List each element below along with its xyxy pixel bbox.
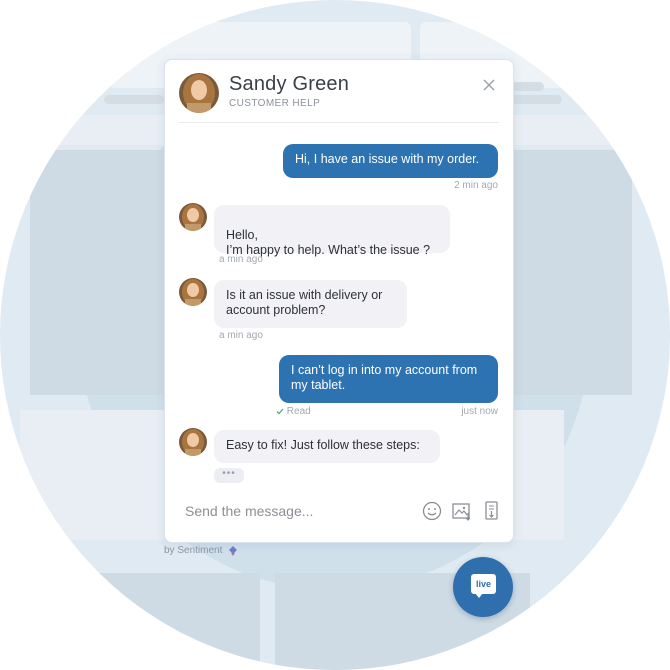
- incoming-message: Hello, I’m happy to help. What’s the iss…: [214, 205, 450, 257]
- agent-avatar-small: [179, 278, 207, 306]
- agent-avatar: [179, 73, 219, 113]
- emoji-icon: [422, 501, 442, 521]
- message-text: I can’t log in into my account from my t…: [291, 363, 478, 392]
- typing-indicator: •••: [214, 468, 244, 483]
- message-text: Hello, I’m happy to help. What’s the iss…: [226, 228, 431, 257]
- agent-avatar-small: [179, 428, 207, 456]
- message-time: a min ago: [219, 330, 263, 341]
- message-text: Hi, I have an issue with my order.: [295, 152, 480, 166]
- branding-label: by Sentiment: [164, 545, 239, 557]
- agent-avatar-small: [179, 203, 207, 231]
- read-receipt: Read: [276, 406, 311, 417]
- message-text: Easy to fix! Just follow these steps:: [226, 438, 420, 452]
- emoji-button[interactable]: [421, 500, 443, 522]
- message-time: just now: [461, 406, 498, 417]
- message-time: 2 min ago: [454, 180, 498, 191]
- live-label: live: [475, 579, 491, 589]
- agent-name: Sandy Green: [229, 73, 350, 95]
- live-chat-button[interactable]: live: [453, 557, 513, 617]
- live-chat-icon: live: [471, 574, 496, 594]
- outgoing-message: I can’t log in into my account from my t…: [279, 355, 498, 403]
- attachment-icon: [485, 501, 498, 520]
- message-composer: [165, 482, 513, 542]
- close-icon: [483, 79, 495, 91]
- branding-text: by Sentiment: [164, 545, 223, 556]
- outgoing-message: Hi, I have an issue with my order.: [283, 144, 498, 178]
- chat-header: Sandy Green CUSTOMER HELP: [179, 71, 499, 123]
- incoming-message: Is it an issue with delivery or account …: [214, 280, 407, 328]
- read-status: Read: [286, 406, 311, 417]
- agent-role: CUSTOMER HELP: [229, 98, 321, 109]
- checkmark-icon: [276, 408, 284, 415]
- message-time: a min ago: [219, 254, 263, 265]
- image-upload-icon: [452, 503, 471, 521]
- message-input[interactable]: [183, 498, 407, 524]
- close-button[interactable]: [481, 77, 497, 93]
- attachment-button[interactable]: [481, 500, 503, 522]
- incoming-message: Easy to fix! Just follow these steps:: [214, 430, 440, 463]
- sentiment-logo-icon: [229, 546, 238, 556]
- chat-window: Sandy Green CUSTOMER HELP Hi, I have an …: [164, 59, 514, 543]
- image-upload-button[interactable]: [451, 500, 473, 522]
- message-text: Is it an issue with delivery or account …: [226, 288, 383, 317]
